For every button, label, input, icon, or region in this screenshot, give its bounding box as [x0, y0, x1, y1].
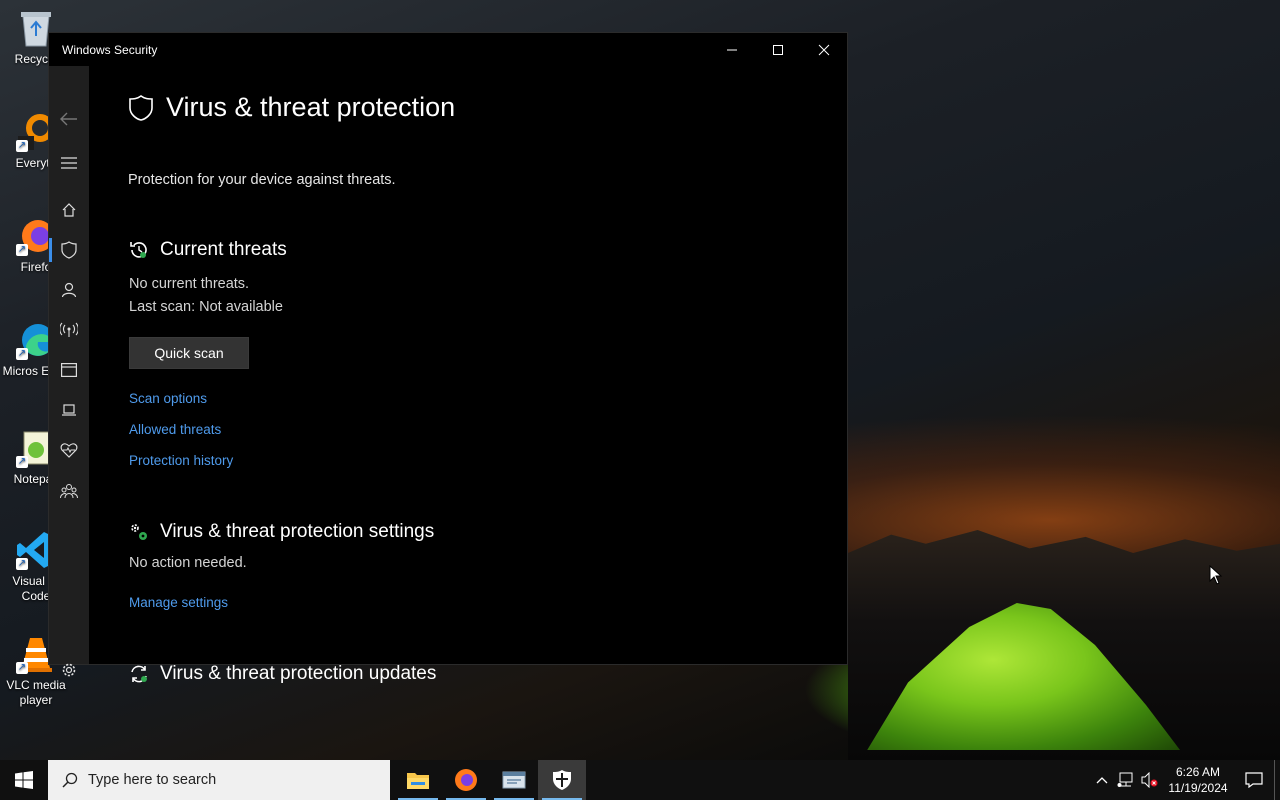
- gears-icon: [131, 524, 147, 540]
- nav-device-performance-health[interactable]: [49, 433, 89, 467]
- hamburger-menu-icon: [61, 157, 77, 169]
- page-header: Virus & threat protection: [128, 92, 455, 123]
- page-title: Virus & threat protection: [166, 92, 456, 122]
- system-tray: 6:26 AM 11/19/2024: [1090, 760, 1280, 800]
- search-icon: [62, 772, 78, 788]
- menu-button[interactable]: [49, 146, 89, 180]
- family-icon: [60, 484, 78, 499]
- nav-family-options[interactable]: [49, 474, 89, 508]
- minimize-button[interactable]: [709, 33, 755, 66]
- shield-icon: [129, 94, 153, 121]
- nav-home[interactable]: [49, 193, 89, 227]
- mouse-cursor-icon: [1209, 565, 1223, 585]
- close-button[interactable]: [801, 33, 847, 66]
- last-scan-text: Last scan: Not available: [129, 299, 283, 315]
- taskbar-firefox[interactable]: [442, 760, 490, 800]
- back-arrow-icon: [60, 112, 77, 126]
- manage-settings-link[interactable]: Manage settings: [129, 595, 228, 610]
- back-button[interactable]: [49, 102, 89, 136]
- allowed-threats-link[interactable]: Allowed threats: [129, 422, 221, 437]
- settings-status-text: No action needed.: [129, 555, 247, 571]
- taskbar: Type here to search 6:26 AM 11/19/2024: [0, 760, 1280, 800]
- nav-app-browser-control[interactable]: [49, 353, 89, 387]
- volume-button[interactable]: [1138, 772, 1162, 788]
- show-hidden-icons-button[interactable]: [1090, 776, 1114, 784]
- taskbar-app-window[interactable]: [490, 760, 538, 800]
- laptop-icon: [62, 404, 76, 416]
- window-title: Windows Security: [62, 42, 158, 57]
- quick-scan-button[interactable]: Quick scan: [129, 337, 249, 369]
- heart-pulse-icon: [60, 443, 78, 458]
- title-bar[interactable]: Windows Security: [49, 33, 847, 66]
- home-icon: [62, 203, 76, 217]
- gear-icon: [62, 663, 76, 677]
- security-shield-icon: [553, 770, 571, 790]
- history-refresh-icon: [130, 242, 147, 258]
- app-window-icon: [502, 771, 526, 789]
- action-center-button[interactable]: [1234, 772, 1274, 788]
- scan-options-link[interactable]: Scan options: [129, 391, 207, 406]
- start-button[interactable]: [0, 760, 48, 800]
- wireless-antenna-icon: [60, 322, 78, 337]
- network-button[interactable]: [1114, 772, 1138, 788]
- network-icon: [1117, 772, 1133, 787]
- search-placeholder: Type here to search: [88, 772, 217, 788]
- volume-muted-icon: [1141, 772, 1158, 788]
- browser-window-icon: [61, 363, 77, 377]
- minimize-icon: [727, 49, 737, 50]
- clock-date: 11/19/2024: [1168, 781, 1228, 795]
- folder-icon: [407, 773, 429, 789]
- clock[interactable]: 6:26 AM 11/19/2024: [1162, 764, 1234, 796]
- nav-virus-threat-protection[interactable]: [49, 233, 89, 267]
- taskbar-windows-security[interactable]: [538, 760, 586, 800]
- firefox-icon: [455, 769, 477, 791]
- settings-heading: Virus & threat protection settings: [160, 521, 435, 542]
- notification-icon: [1245, 772, 1263, 788]
- settings-header: Virus & threat protection settings: [128, 521, 434, 543]
- nav-account-protection[interactable]: [49, 273, 89, 307]
- shortcut-arrow-icon: ↗: [16, 348, 28, 360]
- navigation-rail: [49, 66, 89, 677]
- update-refresh-icon: [131, 665, 147, 683]
- chevron-up-icon: [1096, 777, 1108, 784]
- shortcut-arrow-icon: ↗: [16, 140, 28, 152]
- shortcut-arrow-icon: ↗: [16, 662, 28, 674]
- protection-history-link[interactable]: Protection history: [129, 453, 233, 468]
- shield-icon: [61, 241, 77, 259]
- threat-status-text: No current threats.: [129, 276, 250, 292]
- windows-security-window: Windows Security Virus & threat protecti…: [48, 32, 848, 684]
- show-desktop-button[interactable]: [1274, 760, 1280, 800]
- shortcut-arrow-icon: ↗: [16, 456, 28, 468]
- close-icon: [818, 44, 830, 55]
- updates-header: Virus & threat protection updates: [128, 663, 436, 685]
- current-threats-header: Current threats: [128, 239, 287, 261]
- maximize-button[interactable]: [755, 33, 801, 66]
- maximize-icon: [773, 44, 783, 55]
- person-icon: [61, 282, 77, 298]
- page-subtitle: Protection for your device against threa…: [128, 172, 396, 188]
- nav-settings[interactable]: [49, 653, 89, 687]
- shortcut-arrow-icon: ↗: [16, 244, 28, 256]
- taskbar-file-explorer[interactable]: [394, 760, 442, 800]
- nav-firewall[interactable]: [49, 313, 89, 347]
- taskbar-search-box[interactable]: Type here to search: [48, 760, 390, 800]
- current-threats-heading: Current threats: [160, 239, 287, 260]
- windows-logo-icon: [15, 771, 33, 789]
- updates-heading: Virus & threat protection updates: [160, 663, 437, 684]
- shortcut-arrow-icon: ↗: [16, 558, 28, 570]
- clock-time: 6:26 AM: [1175, 765, 1221, 779]
- nav-device-security[interactable]: [49, 393, 89, 427]
